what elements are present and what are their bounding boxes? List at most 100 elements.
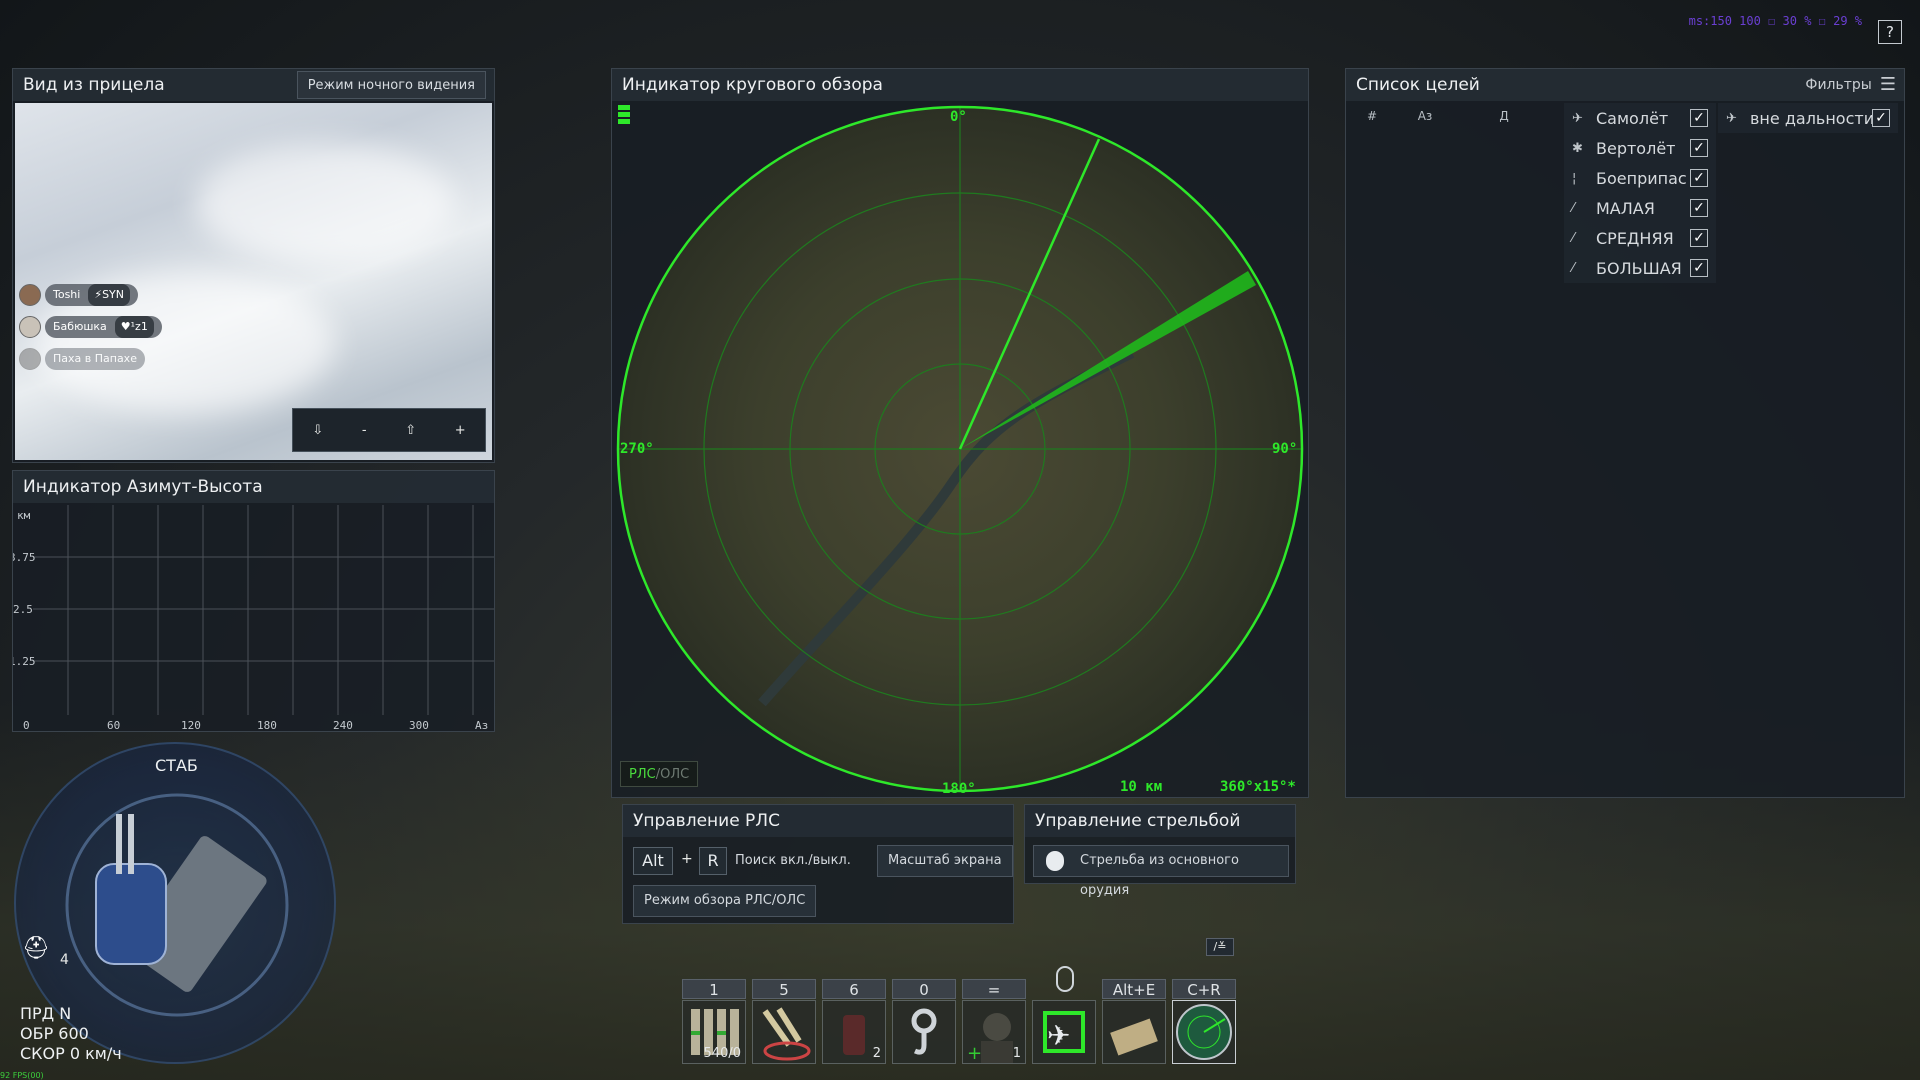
filter-plane[interactable]: ✈ Самолёт ✓ bbox=[1564, 103, 1716, 133]
screen-scale-button[interactable]: Масштаб экрана bbox=[877, 845, 1013, 877]
range-filter-list: ✈ вне дальности ✓ bbox=[1718, 103, 1898, 133]
tow-hook-icon bbox=[911, 1008, 937, 1055]
bearing-bottom-label: 180° bbox=[942, 781, 976, 797]
mouse-left-icon bbox=[1046, 851, 1064, 871]
azimuth-elevation-chart: км 3.75 2.5 1.25 0 60 120 180 240 300 Аз bbox=[13, 505, 494, 731]
avatar bbox=[19, 348, 41, 370]
svg-text:✈: ✈ bbox=[1047, 1019, 1070, 1052]
filter-large[interactable]: ⁄ БОЛЬШАЯ ✓ bbox=[1564, 253, 1716, 283]
main-gun-fire-button[interactable]: Стрельба из основного орудия bbox=[1033, 845, 1289, 898]
stab-label: СТАБ bbox=[155, 756, 198, 775]
munition-icon: ¦ bbox=[1572, 170, 1577, 186]
checkbox[interactable]: ✓ bbox=[1690, 199, 1708, 217]
shells-slot[interactable]: 540/0 bbox=[682, 1000, 746, 1064]
y-unit-label: км bbox=[17, 509, 31, 522]
sliders-icon: ☰ bbox=[1879, 74, 1896, 95]
y-tick: 3.75 bbox=[13, 551, 36, 564]
filter-medium[interactable]: ⁄ СРЕДНЯЯ ✓ bbox=[1564, 223, 1716, 253]
status-prd: ПРД N bbox=[20, 1004, 72, 1023]
hook-slot[interactable] bbox=[892, 1000, 956, 1064]
checkbox[interactable]: ✓ bbox=[1690, 139, 1708, 157]
radar-control-panel: Управление РЛС Alt + R Поиск вкл./выкл. … bbox=[622, 804, 1014, 924]
mode-ols-label: ОЛС bbox=[660, 767, 690, 782]
r-key: R bbox=[699, 847, 727, 875]
slot-key: 0 bbox=[892, 979, 956, 999]
target-filter-list: ✈ Самолёт ✓ ✱ Вертолёт ✓ ¦ Боеприпас ✓ ⁄ МАЛАЯ ✓… bbox=[1564, 103, 1716, 283]
radar-ppi-panel: Индикатор кругового обзора 0° 90° 180° 2… bbox=[611, 68, 1309, 798]
column-header-azimuth: Аз bbox=[1417, 109, 1433, 123]
mouse-wheel-down-icon: ⇩ bbox=[312, 422, 324, 438]
crew-count-slot: 1 bbox=[1012, 1046, 1021, 1061]
status-speed: СКОР 0 км/ч bbox=[20, 1044, 122, 1063]
mouse-wheel-up-icon: ⇧ bbox=[405, 422, 417, 438]
ammo-box-icon bbox=[1110, 1018, 1158, 1056]
radar-icon bbox=[1176, 1004, 1232, 1060]
status-obr: ОБР 600 bbox=[20, 1024, 89, 1043]
slot-key: 5 bbox=[752, 979, 816, 999]
scan-mode-button[interactable]: Режим обзора РЛС/ОЛС bbox=[633, 885, 817, 917]
slot-key: = bbox=[962, 979, 1026, 999]
player-entry[interactable]: Toshi ⚡SYN bbox=[19, 283, 138, 307]
x-tick: 300 bbox=[409, 719, 429, 731]
bearing-top-label: 0° bbox=[950, 109, 967, 125]
radar-ppi-title: Индикатор кругового обзора bbox=[612, 69, 1308, 101]
night-vision-button[interactable]: Режим ночного видения bbox=[296, 71, 486, 99]
extinguisher-slot[interactable]: 2 bbox=[822, 1000, 886, 1064]
mode-radar-label: РЛС bbox=[629, 767, 656, 782]
crew-slot[interactable]: + 1 bbox=[962, 1000, 1026, 1064]
filter-label: Самолёт bbox=[1596, 108, 1669, 128]
player-name: Паха в Папахе bbox=[53, 352, 137, 365]
slot-key: Alt+E bbox=[1102, 979, 1166, 999]
air-target-icon: ✈ bbox=[1043, 1011, 1085, 1053]
small-size-icon: ⁄ bbox=[1572, 200, 1575, 216]
plus-sign: + bbox=[681, 851, 693, 867]
checkbox[interactable]: ✓ bbox=[1690, 109, 1708, 127]
x-tick: 180 bbox=[257, 719, 277, 731]
zoom-in-button[interactable]: + bbox=[455, 423, 466, 438]
x-tick: 240 bbox=[333, 719, 353, 731]
radar-mode-indicator[interactable]: РЛС/ОЛС bbox=[620, 761, 699, 787]
shells-count: 540/0 bbox=[703, 1046, 741, 1061]
collapse-button[interactable]: /≚ bbox=[1206, 938, 1234, 956]
filter-label: БОЛЬШАЯ bbox=[1596, 258, 1682, 278]
filters-label: Фильтры bbox=[1805, 77, 1872, 93]
radar-scope: 0° 90° 180° 270° 10 км 360°x15°* bbox=[616, 105, 1304, 797]
azimuth-elevation-panel: Индикатор Азимут-Высота км 3.75 2.5 1.25… bbox=[12, 470, 495, 732]
zoom-out-button[interactable]: - bbox=[362, 423, 367, 438]
checkbox[interactable]: ✓ bbox=[1872, 109, 1890, 127]
filter-helicopter[interactable]: ✱ Вертолёт ✓ bbox=[1564, 133, 1716, 163]
filter-label: СРЕДНЯЯ bbox=[1596, 228, 1674, 248]
filter-small[interactable]: ⁄ МАЛАЯ ✓ bbox=[1564, 193, 1716, 223]
player-entry[interactable]: Бабюшка ♥¹z1 bbox=[19, 315, 162, 339]
x-tick: Аз bbox=[475, 719, 488, 731]
x-tick: 60 bbox=[107, 719, 120, 731]
column-header-number: # bbox=[1366, 109, 1378, 123]
checkbox[interactable]: ✓ bbox=[1690, 229, 1708, 247]
fps-counter: 92 FPS(00) bbox=[0, 1071, 44, 1080]
filters-button[interactable]: Фильтры ☰ bbox=[1805, 69, 1896, 101]
radar-control-title: Управление РЛС bbox=[623, 805, 1013, 837]
y-tick: 1.25 bbox=[13, 655, 36, 668]
plane-icon: ✈ bbox=[1726, 110, 1737, 126]
x-tick: 0 bbox=[23, 719, 30, 731]
zoom-control: ⇩ - ⇧ + bbox=[292, 408, 486, 452]
sight-view-panel: Вид из прицела Режим ночного видения Tos… bbox=[12, 68, 495, 463]
checkbox[interactable]: ✓ bbox=[1690, 169, 1708, 187]
filter-out-of-range[interactable]: ✈ вне дальности ✓ bbox=[1718, 103, 1898, 133]
ammo-box-slot[interactable] bbox=[1102, 1000, 1166, 1064]
checkbox[interactable]: ✓ bbox=[1690, 259, 1708, 277]
fire-control-panel: Управление стрельбой Стрельба из основно… bbox=[1024, 804, 1296, 898]
filter-label: Вертолёт bbox=[1596, 138, 1676, 158]
help-button[interactable]: ? bbox=[1878, 20, 1902, 44]
filter-munition[interactable]: ¦ Боеприпас ✓ bbox=[1564, 163, 1716, 193]
slot-key: 1 bbox=[682, 979, 746, 999]
target-plane-slot[interactable]: ✈ bbox=[1032, 1000, 1096, 1064]
search-toggle-label[interactable]: Поиск вкл./выкл. bbox=[735, 853, 851, 868]
radar-slot[interactable] bbox=[1172, 1000, 1236, 1064]
large-size-icon: ⁄ bbox=[1572, 260, 1575, 276]
filter-label: Боеприпас bbox=[1596, 168, 1687, 188]
range-label: 10 км bbox=[1120, 779, 1162, 795]
smoke-slot[interactable] bbox=[752, 1000, 816, 1064]
player-entry[interactable]: Паха в Папахе bbox=[19, 347, 145, 371]
column-header-distance: Д bbox=[1499, 109, 1509, 123]
